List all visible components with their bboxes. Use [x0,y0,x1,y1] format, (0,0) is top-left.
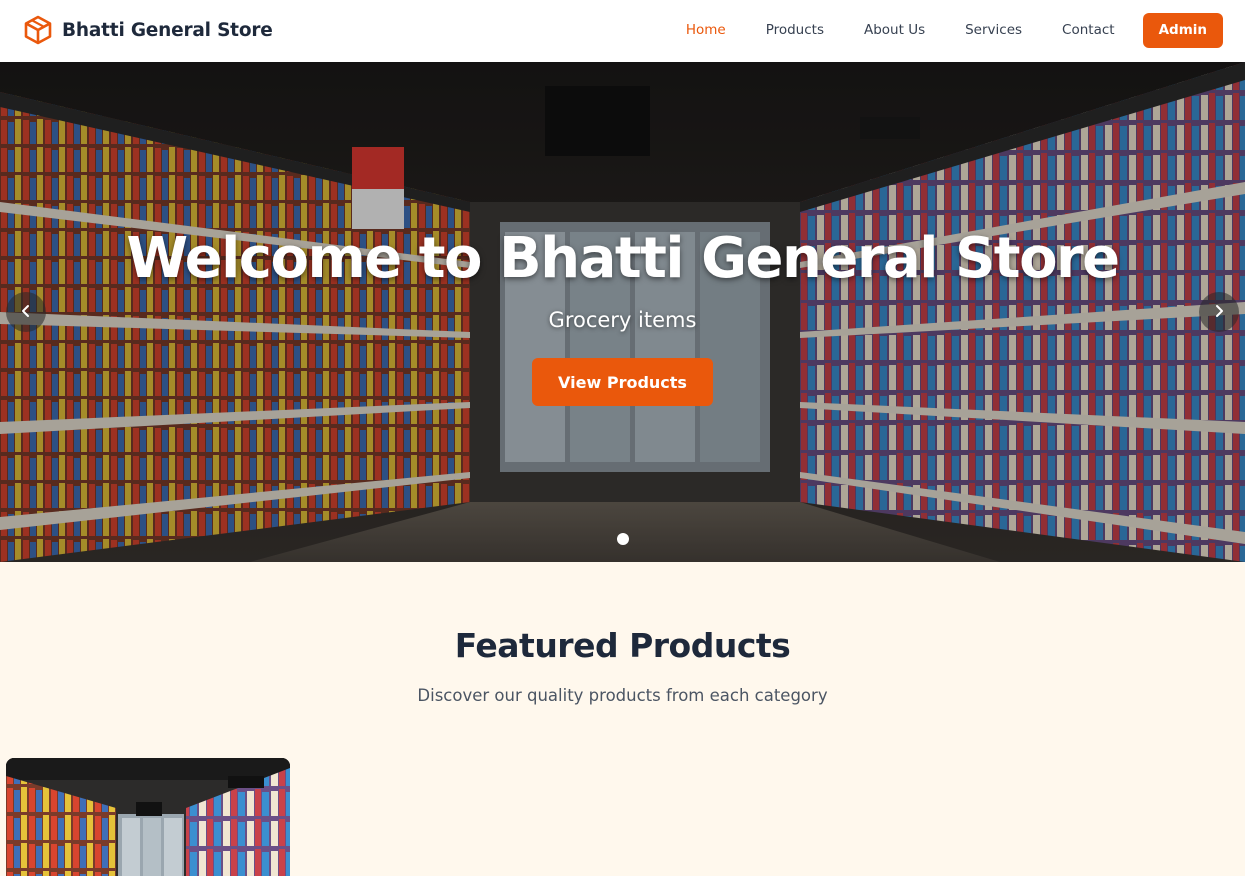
nav-link-contact[interactable]: Contact [1062,22,1115,38]
brand-logo[interactable]: Bhatti General Store [24,15,273,45]
carousel-prev-button[interactable] [6,292,46,332]
nav-links: Home Products About Us Services Contact … [646,12,1223,48]
navbar: Bhatti General Store Home Products About… [0,0,1245,62]
product-card[interactable] [6,758,290,876]
hero-carousel: Welcome to Bhatti General Store Grocery … [0,62,1245,562]
chevron-right-icon [1212,303,1226,322]
nav-link-home[interactable]: Home [686,22,726,38]
product-card-image [6,758,290,876]
hero-subtitle: Grocery items [548,308,697,332]
chevron-left-icon [19,303,33,322]
admin-button[interactable]: Admin [1142,12,1223,48]
carousel-next-button[interactable] [1199,292,1239,332]
nav-link-about-us[interactable]: About Us [864,22,925,38]
brand-name: Bhatti General Store [62,19,273,41]
view-products-button[interactable]: View Products [532,358,713,406]
featured-products-title: Featured Products [454,626,791,665]
hero-title: Welcome to Bhatti General Store [126,226,1120,291]
featured-products-subtitle: Discover our quality products from each … [417,686,828,705]
nav-link-services[interactable]: Services [965,22,1022,38]
nav-link-products[interactable]: Products [766,22,824,38]
carousel-indicator-dot[interactable] [617,533,629,545]
box-icon [24,15,52,45]
